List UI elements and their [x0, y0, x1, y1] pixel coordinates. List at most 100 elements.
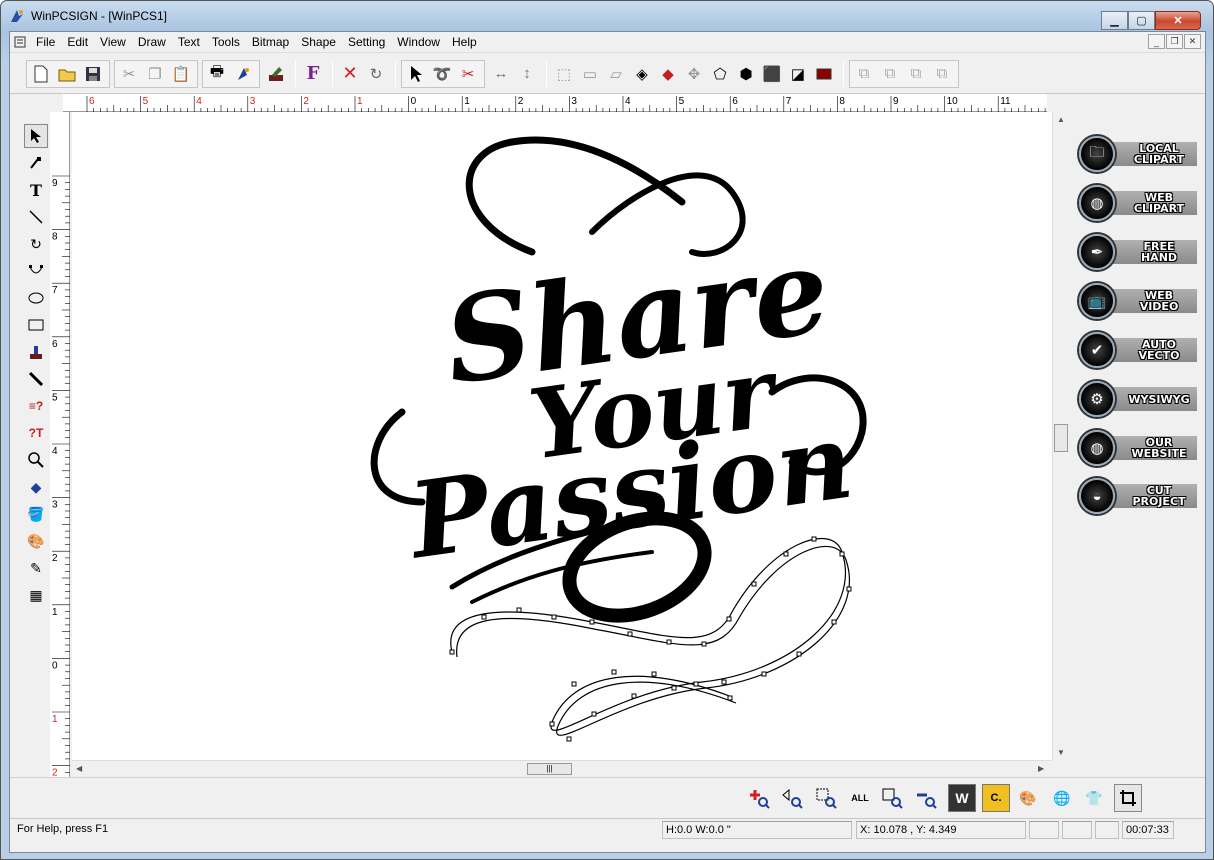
scroll-left-icon[interactable]: ◀ [76, 764, 82, 773]
help-query-icon[interactable]: ?T [24, 421, 48, 445]
pencil-tool-icon[interactable]: ✎ [24, 556, 48, 580]
document-menu-icon[interactable] [10, 36, 30, 48]
arrange-front-icon[interactable]: ⧉ [852, 62, 876, 86]
close-button[interactable]: ✕ [1155, 11, 1201, 30]
arc-tool-icon[interactable]: ↻ [24, 232, 48, 256]
vertical-scrollbar[interactable]: ▲ ▼ [1052, 112, 1069, 760]
menu-view[interactable]: View [94, 32, 132, 53]
free-hand-button[interactable]: ✒ FREE HAND [1079, 232, 1197, 272]
zoom-previous-icon[interactable] [778, 784, 806, 812]
palette-icon[interactable]: 🎨 [24, 529, 48, 553]
doc-minimize-button[interactable]: _ [1148, 34, 1165, 49]
ellipse-tool-icon[interactable] [24, 286, 48, 310]
menu-tools[interactable]: Tools [206, 32, 246, 53]
local-clipart-button[interactable]: 🗀 LOCAL CLIPART [1079, 134, 1197, 174]
save-icon[interactable] [81, 62, 105, 86]
globe-icon[interactable]: 🌐 [1048, 784, 1076, 812]
flip-vertical-icon[interactable]: ↕ [515, 62, 539, 86]
redo-icon[interactable]: ↻ [364, 62, 388, 86]
lasso-icon[interactable]: ➰ [430, 62, 454, 86]
move-icon[interactable]: ✥ [682, 62, 706, 86]
menu-text[interactable]: Text [172, 32, 206, 53]
shadow-icon[interactable]: ◪ [786, 62, 810, 86]
scroll-up-icon[interactable]: ▲ [1057, 115, 1065, 124]
eraser-icon[interactable]: ◈ [630, 62, 654, 86]
scroll-right-icon[interactable]: ▶ [1038, 764, 1044, 773]
zoom-out-icon[interactable] [912, 784, 940, 812]
align-icon[interactable]: ⬚ [552, 62, 576, 86]
new-file-icon[interactable] [29, 62, 53, 86]
fill-color-icon[interactable] [812, 62, 836, 86]
arrange-backward-icon[interactable]: ⧉ [930, 62, 954, 86]
paste-icon[interactable]: 📋 [169, 62, 193, 86]
wysiwyg-button[interactable]: ⚙ WYSIWYG [1079, 379, 1197, 419]
text-help-icon[interactable]: ≡? [24, 394, 48, 418]
slant-icon[interactable]: ▱ [604, 62, 628, 86]
menu-draw[interactable]: Draw [132, 32, 172, 53]
node-tool-icon[interactable] [24, 151, 48, 175]
cut-project-button[interactable]: ◒ CUT PROJECT [1079, 476, 1197, 516]
erase-red-icon[interactable]: ◆ [656, 62, 680, 86]
web-clipart-button[interactable]: ◍ WEB CLIPART [1079, 183, 1197, 223]
menu-shape[interactable]: Shape [295, 32, 342, 53]
title-bar[interactable]: WinPCSIGN - [WinPCS1] ▁ ▢ ✕ [1, 1, 1213, 31]
weed-icon[interactable] [264, 62, 288, 86]
our-website-button[interactable]: ◍ OUR WEBSITE [1079, 428, 1197, 468]
fill-bucket-icon[interactable]: ◆ [24, 475, 48, 499]
cut-icon[interactable]: ✂ [117, 62, 141, 86]
zoom-window-icon[interactable] [812, 784, 840, 812]
node-edit-icon[interactable]: ✂ [456, 62, 480, 86]
color-swatch-icon[interactable]: 🎨 [1014, 784, 1042, 812]
line-tool-icon[interactable] [24, 205, 48, 229]
font-icon[interactable]: F [301, 62, 325, 86]
bezier-tool-icon[interactable] [24, 259, 48, 283]
web-video-button[interactable]: 📺 WEB VIDEO [1079, 281, 1197, 321]
text-tool-icon[interactable]: T [24, 178, 48, 202]
group-icon[interactable]: ▭ [578, 62, 602, 86]
stamp-tool-icon[interactable] [24, 340, 48, 364]
maximize-button[interactable]: ▢ [1128, 11, 1155, 30]
horizontal-scrollbar[interactable]: ◀ ||| ▶ [72, 760, 1052, 777]
rectangle-tool-icon[interactable] [24, 313, 48, 337]
zoom-selection-icon[interactable] [878, 784, 906, 812]
ruler-h-label: 1 [464, 96, 470, 107]
menu-window[interactable]: Window [391, 32, 446, 53]
paint-bucket-icon[interactable]: 🪣 [24, 502, 48, 526]
flip-horizontal-icon[interactable]: ↔ [489, 62, 513, 86]
weld-icon[interactable]: ⬢ [734, 62, 758, 86]
zoom-in-icon[interactable] [745, 784, 773, 812]
menu-setting[interactable]: Setting [342, 32, 391, 53]
doc-close-button[interactable]: ✕ [1184, 34, 1201, 49]
menu-file[interactable]: File [30, 32, 61, 53]
drawing-canvas[interactable]: Share Your Passion [72, 112, 1052, 760]
calculator-icon[interactable]: ▦ [24, 583, 48, 607]
cutter-icon[interactable] [231, 62, 255, 86]
corel-icon[interactable]: C. [982, 784, 1010, 812]
knife-tool-icon[interactable] [24, 367, 48, 391]
tshirt-icon[interactable]: 👕 [1080, 784, 1108, 812]
zoom-tool-icon[interactable] [24, 448, 48, 472]
menu-bitmap[interactable]: Bitmap [246, 32, 295, 53]
combine-icon[interactable]: ⬛ [760, 62, 784, 86]
shape-icon[interactable]: ⬠ [708, 62, 732, 86]
select-arrow-icon[interactable] [404, 62, 428, 86]
copy-icon[interactable]: ❐ [143, 62, 167, 86]
scroll-down-icon[interactable]: ▼ [1057, 748, 1065, 757]
zoom-all-icon[interactable]: ALL [846, 784, 874, 812]
vertical-scroll-thumb[interactable] [1054, 424, 1068, 452]
auto-vecto-button[interactable]: ✔ AUTO VECTO [1079, 330, 1197, 370]
delete-icon[interactable]: ✕ [338, 62, 362, 86]
open-folder-icon[interactable] [55, 62, 79, 86]
crop-icon[interactable] [1114, 784, 1142, 812]
w-logo-icon[interactable]: W [948, 784, 976, 812]
menu-help[interactable]: Help [446, 32, 483, 53]
minimize-button[interactable]: ▁ [1101, 11, 1128, 30]
doc-restore-button[interactable]: ❐ [1166, 34, 1183, 49]
arrange-forward-icon[interactable]: ⧉ [904, 62, 928, 86]
arrange-back-icon[interactable]: ⧉ [878, 62, 902, 86]
pointer-tool-icon[interactable] [24, 124, 48, 148]
ruler-v-label: 8 [52, 232, 58, 243]
print-icon[interactable]: 🖶 [205, 62, 229, 86]
menu-edit[interactable]: Edit [61, 32, 94, 53]
horizontal-scroll-thumb[interactable]: ||| [527, 763, 572, 775]
